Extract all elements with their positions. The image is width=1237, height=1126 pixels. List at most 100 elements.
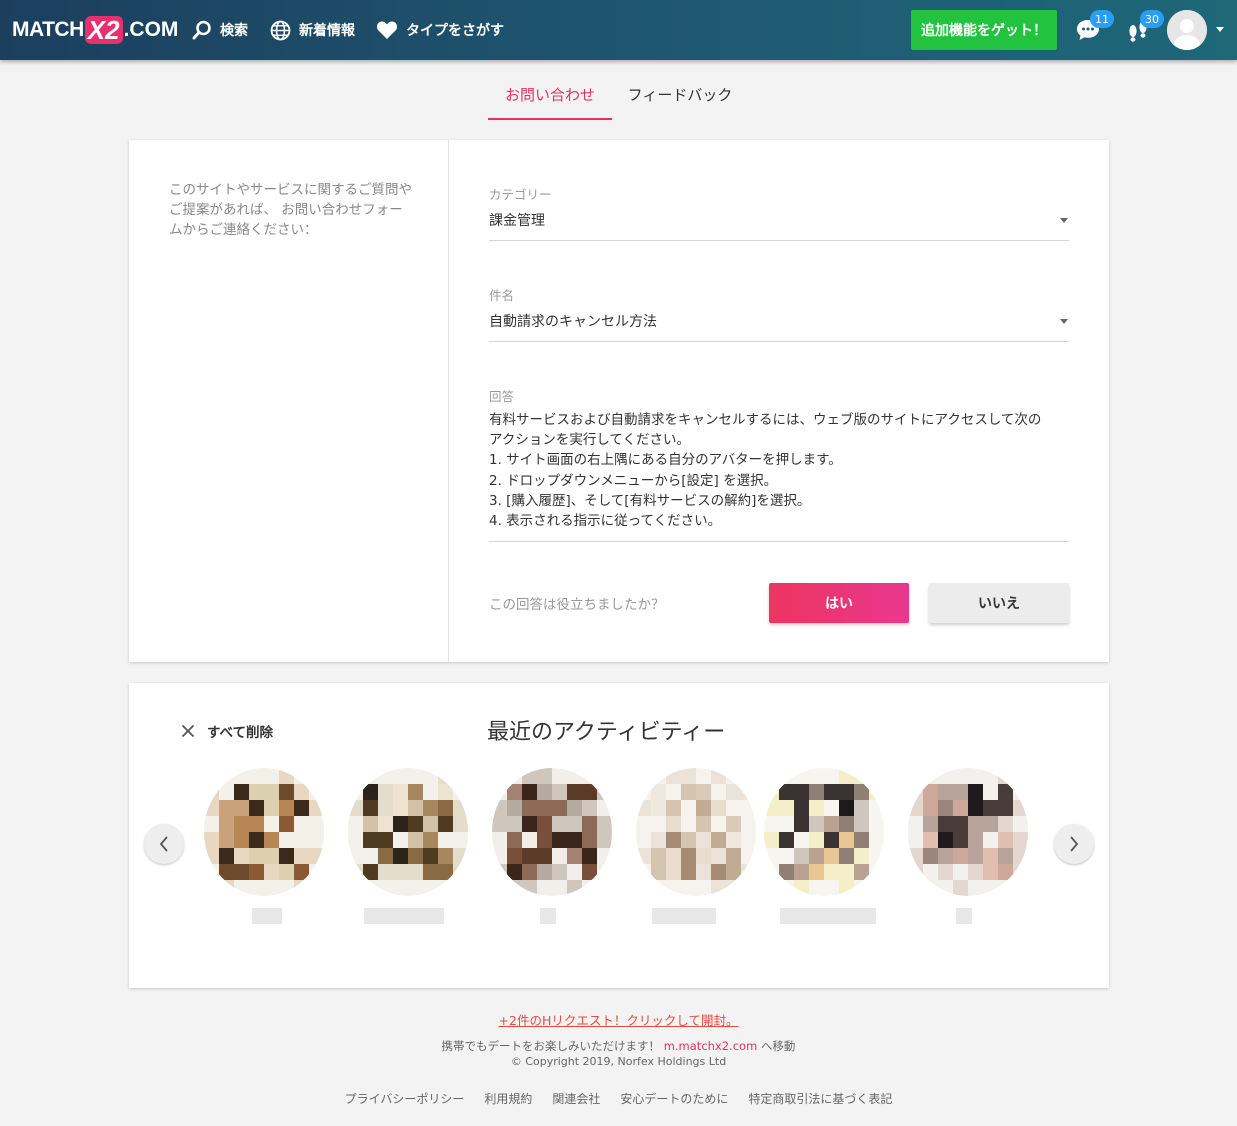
mosaic-cell bbox=[249, 880, 264, 896]
footer-link-terms[interactable]: 利用規約 bbox=[484, 1090, 532, 1107]
mosaic-cell bbox=[597, 784, 612, 800]
mosaic-cell bbox=[779, 816, 794, 832]
mosaic-cell bbox=[249, 848, 264, 864]
activity-profile-3[interactable] bbox=[486, 768, 618, 928]
mosaic-cell bbox=[809, 816, 824, 832]
mosaic-cell bbox=[968, 800, 983, 816]
activity-profile-4[interactable] bbox=[630, 768, 762, 928]
nav-whats-new[interactable]: 新着情報 bbox=[270, 17, 355, 43]
mosaic-cell bbox=[968, 832, 983, 848]
mosaic-cell bbox=[854, 864, 869, 880]
mosaic-cell bbox=[348, 848, 363, 864]
mosaic-cell bbox=[507, 768, 522, 784]
footer-link-commercial-law[interactable]: 特定商取引法に基づく表記 bbox=[748, 1090, 892, 1107]
messages-count-badge: 11 bbox=[1090, 10, 1114, 28]
mosaic-cell bbox=[309, 864, 324, 880]
category-select-value[interactable]: 課金管理 bbox=[489, 210, 545, 230]
answer-line: アクションを実行してください。 bbox=[489, 432, 691, 449]
mosaic-cell bbox=[1013, 800, 1028, 816]
tab-feedback[interactable]: フィードバック bbox=[620, 84, 740, 120]
site-logo[interactable]: MATCH X2 .COM bbox=[12, 14, 178, 46]
request-link[interactable]: +2件のHリクエスト！クリックして開封。 bbox=[499, 1013, 739, 1028]
get-features-button[interactable]: 追加機能をゲット！ bbox=[911, 10, 1057, 50]
mosaic-cell bbox=[393, 864, 408, 880]
mosaic-cell bbox=[726, 864, 741, 880]
mosaic-cell bbox=[839, 848, 854, 864]
mosaic-cell bbox=[423, 864, 438, 880]
carousel-next-button[interactable] bbox=[1054, 824, 1094, 864]
mosaic-cell bbox=[794, 848, 809, 864]
nav-search[interactable]: 検索 bbox=[192, 17, 248, 43]
mosaic-cell bbox=[666, 768, 681, 784]
mosaic-cell bbox=[1013, 784, 1028, 800]
mosaic-cell bbox=[636, 832, 651, 848]
mosaic-cell bbox=[681, 880, 696, 896]
no-button[interactable]: いいえ bbox=[929, 583, 1069, 623]
subject-dropdown-arrow[interactable] bbox=[1060, 319, 1068, 324]
mosaic-cell bbox=[522, 768, 537, 784]
mosaic-cell bbox=[854, 784, 869, 800]
footer-link-privacy[interactable]: プライバシーポリシー bbox=[345, 1090, 465, 1107]
mobile-site-link[interactable]: m.matchx2.com bbox=[664, 1039, 758, 1053]
mosaic-cell bbox=[408, 880, 423, 896]
mosaic-cell bbox=[279, 848, 294, 864]
mosaic-cell bbox=[363, 800, 378, 816]
mosaic-cell bbox=[651, 848, 666, 864]
mosaic-cell bbox=[839, 816, 854, 832]
mosaic-cell bbox=[696, 848, 711, 864]
mosaic-cell bbox=[839, 832, 854, 848]
footer-link-safe-dating[interactable]: 安心デートのために bbox=[620, 1090, 728, 1107]
mosaic-cell bbox=[953, 768, 968, 784]
mosaic-cell bbox=[938, 832, 953, 848]
mosaic-cell bbox=[711, 816, 726, 832]
mosaic-cell bbox=[348, 784, 363, 800]
mosaic-cell bbox=[741, 832, 756, 848]
mosaic-cell bbox=[264, 832, 279, 848]
mosaic-cell bbox=[537, 768, 552, 784]
mosaic-cell bbox=[681, 768, 696, 784]
activity-profile-5[interactable] bbox=[758, 768, 890, 928]
category-dropdown-arrow[interactable] bbox=[1060, 218, 1068, 223]
mosaic-cell bbox=[507, 864, 522, 880]
mosaic-cell bbox=[854, 816, 869, 832]
mosaic-cell bbox=[492, 848, 507, 864]
mosaic-cell bbox=[938, 864, 953, 880]
category-label: カテゴリー bbox=[489, 187, 552, 202]
footprints-button[interactable]: 30 bbox=[1122, 10, 1164, 46]
subject-select-value[interactable]: 自動請求のキャンセル方法 bbox=[489, 311, 657, 331]
mosaic-cell bbox=[234, 880, 249, 896]
mosaic-cell bbox=[983, 816, 998, 832]
mosaic-cell bbox=[204, 832, 219, 848]
carousel-prev-button[interactable] bbox=[144, 824, 184, 864]
avatar-dropdown-caret[interactable] bbox=[1216, 27, 1224, 32]
activity-profile-1[interactable] bbox=[198, 768, 330, 928]
mosaic-cell bbox=[983, 784, 998, 800]
blurred-profile-photo bbox=[908, 768, 1028, 896]
mosaic-cell bbox=[711, 832, 726, 848]
activity-profile-2[interactable] bbox=[342, 768, 474, 928]
user-avatar[interactable] bbox=[1167, 10, 1207, 50]
mosaic-cell bbox=[279, 864, 294, 880]
mosaic-cell bbox=[779, 784, 794, 800]
nav-find-type[interactable]: タイプをさがす bbox=[376, 17, 504, 43]
mosaic-cell bbox=[809, 800, 824, 816]
mosaic-cell bbox=[264, 880, 279, 896]
mosaic-cell bbox=[998, 768, 1013, 784]
mosaic-cell bbox=[219, 880, 234, 896]
mosaic-cell bbox=[681, 848, 696, 864]
messages-button[interactable]: 11 bbox=[1072, 10, 1114, 46]
mosaic-cell bbox=[764, 880, 779, 896]
mosaic-cell bbox=[423, 768, 438, 784]
footer-link-affiliates[interactable]: 関連会社 bbox=[552, 1090, 600, 1107]
mosaic-cell bbox=[453, 768, 468, 784]
mosaic-cell bbox=[582, 848, 597, 864]
mosaic-cell bbox=[854, 848, 869, 864]
tab-contact[interactable]: お問い合わせ bbox=[488, 84, 612, 120]
mosaic-cell bbox=[711, 864, 726, 880]
mosaic-cell bbox=[597, 816, 612, 832]
mosaic-cell bbox=[696, 880, 711, 896]
activity-profile-6[interactable] bbox=[902, 768, 1034, 928]
yes-button[interactable]: はい bbox=[769, 583, 909, 623]
mosaic-cell bbox=[507, 832, 522, 848]
clear-all-button[interactable]: すべて削除 bbox=[181, 721, 273, 741]
